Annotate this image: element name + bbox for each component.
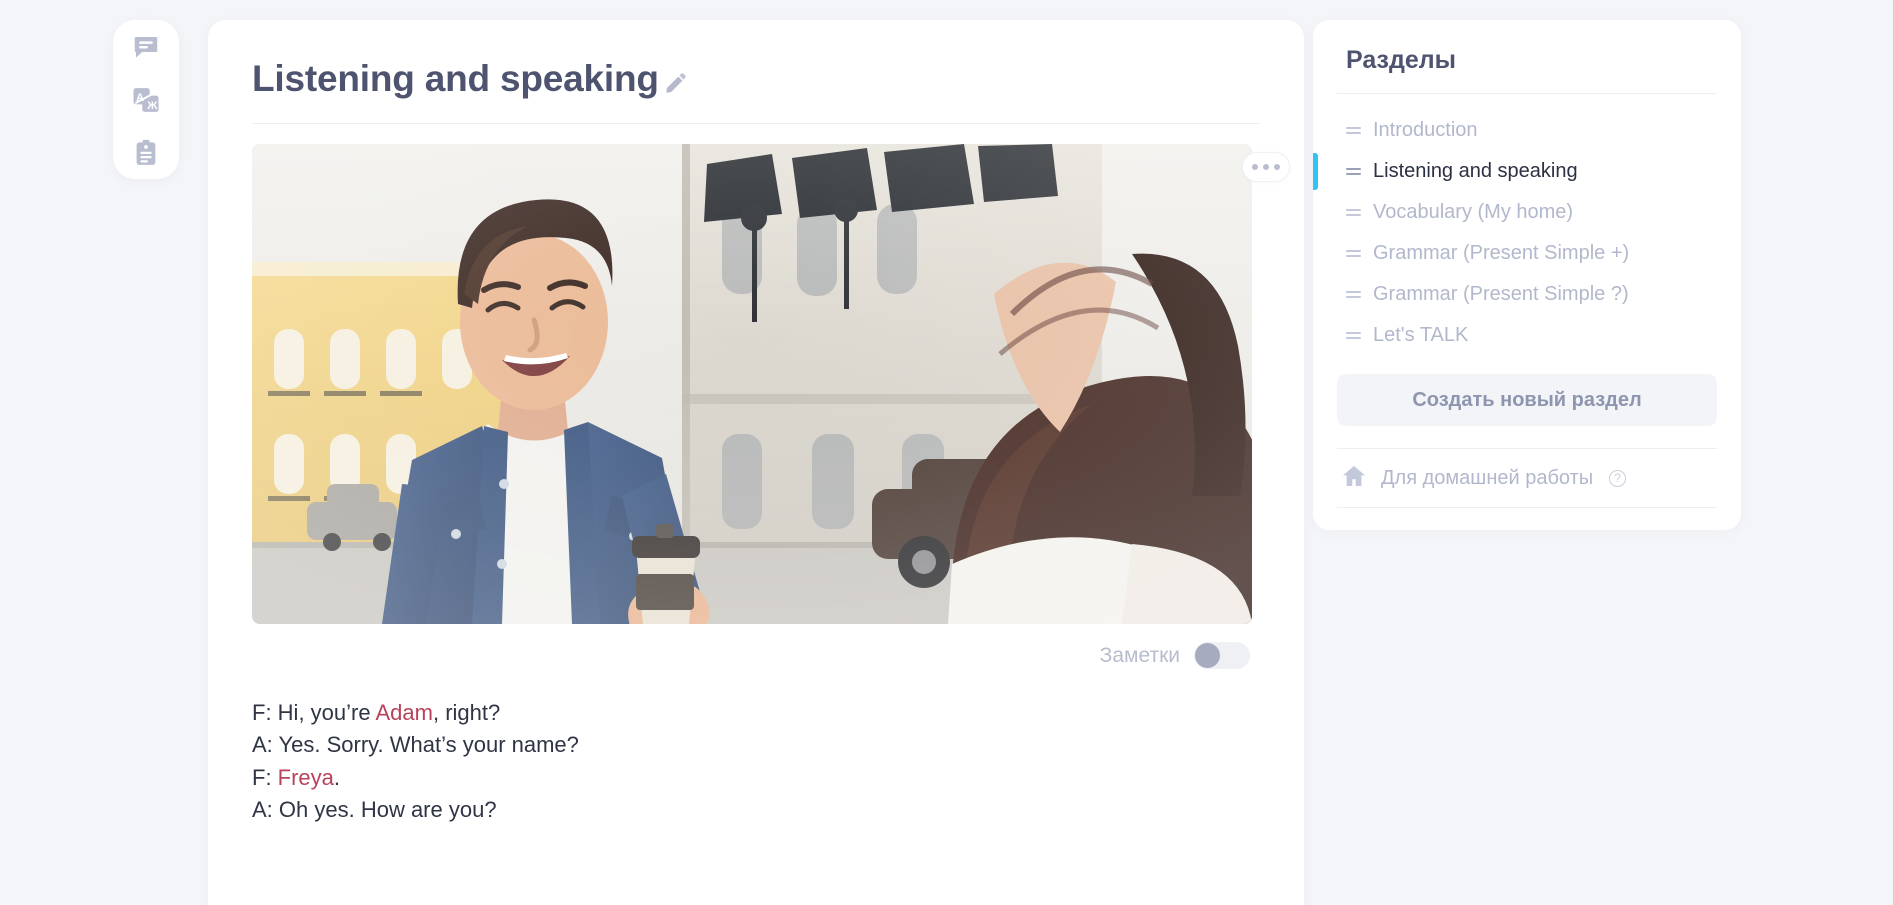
create-new-section-button[interactable]: Создать новый раздел (1337, 374, 1717, 426)
homework-row[interactable]: Для домашней работы ? (1337, 449, 1717, 507)
dialogue-line: F: Hi, you’re Adam, right? (252, 697, 1260, 729)
ellipsis-icon-dot (1263, 164, 1269, 170)
ellipsis-icon-dot (1252, 164, 1258, 170)
section-label: Grammar (Present Simple ?) (1373, 283, 1629, 305)
title-divider (252, 123, 1260, 124)
section-label: Let's TALK (1373, 324, 1469, 346)
dialogue-suffix: , right? (432, 700, 501, 725)
lesson-title-row: Listening and speaking (252, 20, 1260, 123)
section-item-introduction[interactable]: Introduction (1337, 110, 1717, 151)
dialogue-line: A: Oh yes. How are you? (252, 794, 1260, 826)
lesson-content-card: Listening and speaking Заметки F: Hi, yo… (208, 20, 1304, 905)
svg-text:Ж: Ж (146, 99, 158, 111)
dialogue-name: Freya (277, 764, 334, 790)
sections-panel: Разделы Introduction Listening and speak… (1313, 20, 1741, 530)
drag-handle-icon[interactable] (1346, 291, 1361, 298)
section-item-grammar-present-simple-question[interactable]: Grammar (Present Simple ?) (1337, 274, 1717, 315)
clipboard-icon (131, 138, 161, 168)
dialogue-prefix: A: Oh yes. How are you? (252, 796, 497, 822)
ellipsis-icon-dot (1274, 164, 1280, 170)
page-title: Listening and speaking (252, 58, 659, 99)
drag-handle-icon[interactable] (1346, 209, 1361, 216)
section-label: Vocabulary (My home) (1373, 201, 1574, 223)
notes-label: Заметки (1099, 643, 1180, 667)
section-item-listening-and-speaking[interactable]: Listening and speaking (1313, 151, 1717, 192)
question-mark-icon[interactable]: ? (1609, 469, 1627, 487)
dialogue-prefix: F: (252, 764, 278, 790)
dialogue-suffix: . (333, 764, 341, 790)
sections-panel-title: Разделы (1346, 46, 1456, 74)
dialogue-prefix: A: Yes. Sorry. What’s your name? (252, 732, 579, 758)
dialogue-text: F: Hi, you’re Adam, right? A: Yes. Sorry… (252, 697, 1260, 826)
lesson-media (252, 144, 1290, 624)
rail-button-chat[interactable] (129, 30, 163, 64)
left-icon-rail: A Ж (113, 20, 179, 179)
section-item-lets-talk[interactable]: Let's TALK (1337, 315, 1717, 356)
chat-bubble-icon (131, 32, 161, 62)
section-item-grammar-present-simple-plus[interactable]: Grammar (Present Simple +) (1337, 233, 1717, 274)
dialogue-line: F: Freya. (252, 762, 1260, 794)
notes-toggle[interactable] (1194, 642, 1250, 669)
dialogue-prefix: F: Hi, you’re (252, 700, 376, 725)
homework-label: Для домашней работы (1381, 466, 1594, 489)
sections-list: Introduction Listening and speaking Voca… (1313, 110, 1717, 356)
lesson-image-illustration (252, 144, 1252, 624)
rail-button-clipboard[interactable] (129, 136, 163, 170)
home-icon (1341, 463, 1367, 494)
section-item-vocabulary[interactable]: Vocabulary (My home) (1337, 192, 1717, 233)
section-label: Listening and speaking (1373, 160, 1578, 182)
panel-divider (1337, 93, 1717, 94)
drag-handle-icon[interactable] (1346, 168, 1361, 175)
drag-handle-icon[interactable] (1346, 250, 1361, 257)
panel-divider (1337, 507, 1717, 508)
translate-icon: A Ж (131, 85, 161, 115)
notes-toggle-row: Заметки (252, 642, 1260, 669)
section-label: Grammar (Present Simple +) (1373, 242, 1630, 264)
section-label: Introduction (1373, 119, 1478, 141)
lesson-image[interactable] (252, 144, 1252, 624)
dialogue-line: A: Yes. Sorry. What’s your name? (252, 729, 1260, 761)
dialogue-name: Adam (375, 700, 433, 725)
image-more-options-button[interactable] (1242, 152, 1290, 182)
pencil-icon[interactable] (663, 70, 689, 101)
notes-toggle-knob (1195, 643, 1220, 668)
drag-handle-icon[interactable] (1346, 332, 1361, 339)
drag-handle-icon[interactable] (1346, 127, 1361, 134)
app-root: A Ж Listening and speaking Заметки F: Hi… (0, 0, 1893, 905)
rail-button-translate[interactable]: A Ж (129, 83, 163, 117)
